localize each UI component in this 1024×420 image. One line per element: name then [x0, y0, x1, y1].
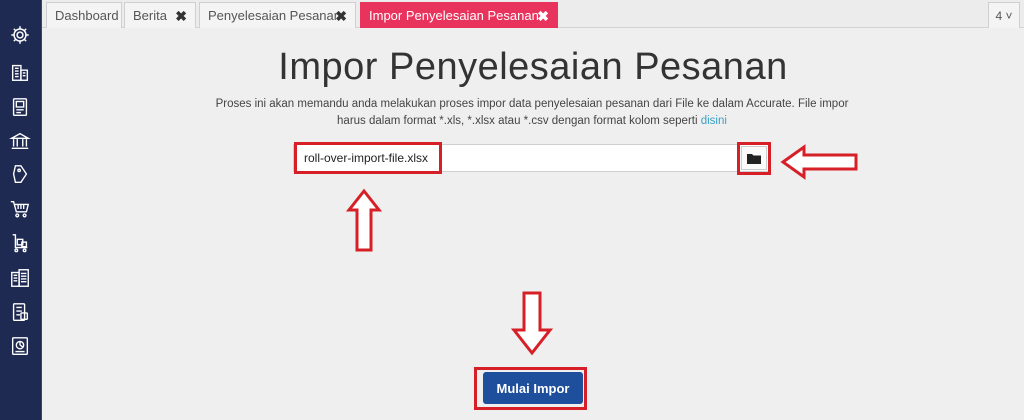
price-tag-icon[interactable]	[9, 163, 31, 185]
annotation-box	[294, 142, 442, 174]
tab-label: Berita	[133, 8, 167, 23]
tab-label: Impor Penyelesaian Pesanan	[369, 8, 539, 23]
tab-label: Penyelesaian Pesanan	[208, 8, 341, 23]
cart-icon[interactable]	[9, 198, 31, 220]
annotation-box	[474, 367, 587, 410]
annotation-arrow-up	[346, 188, 382, 252]
bank-icon[interactable]	[9, 130, 31, 152]
tab-berita[interactable]: Berita ✖	[124, 2, 196, 28]
tax-icon[interactable]	[9, 301, 31, 323]
tab-penyelesaian-pesanan[interactable]: Penyelesaian Pesanan ✖	[199, 2, 356, 28]
close-icon[interactable]: ✖	[175, 8, 187, 25]
tab-impor-penyelesaian-pesanan[interactable]: Impor Penyelesaian Pesanan ✖	[360, 2, 558, 28]
settings-icon[interactable]	[9, 24, 31, 46]
annotation-box	[737, 142, 771, 175]
annotation-arrow-down	[511, 291, 553, 356]
tab-overflow-dropdown[interactable]: 4 ˅	[988, 2, 1020, 28]
ledger-icon[interactable]	[9, 96, 31, 118]
building-list-icon[interactable]	[9, 267, 31, 289]
sidebar	[0, 0, 42, 420]
annotation-arrow-left	[780, 144, 858, 180]
page-title: Impor Penyelesaian Pesanan	[278, 46, 788, 88]
main-content: Impor Penyelesaian Pesanan Proses ini ak…	[42, 28, 1024, 420]
tab-label: Dashboard	[55, 8, 119, 23]
close-icon[interactable]: ✖	[537, 8, 549, 25]
description-text: Proses ini akan memandu anda melakukan p…	[215, 98, 849, 127]
format-link[interactable]: disini	[701, 115, 727, 127]
company-icon[interactable]	[9, 61, 31, 83]
inventory-icon[interactable]	[9, 232, 31, 254]
page-description: Proses ini akan memandu anda melakukan p…	[212, 96, 852, 130]
report-icon[interactable]	[9, 335, 31, 357]
tab-dashboard[interactable]: Dashboard	[46, 2, 122, 28]
close-icon[interactable]: ✖	[335, 8, 347, 25]
tab-bar: Dashboard Berita ✖ Penyelesaian Pesanan …	[42, 0, 1024, 28]
